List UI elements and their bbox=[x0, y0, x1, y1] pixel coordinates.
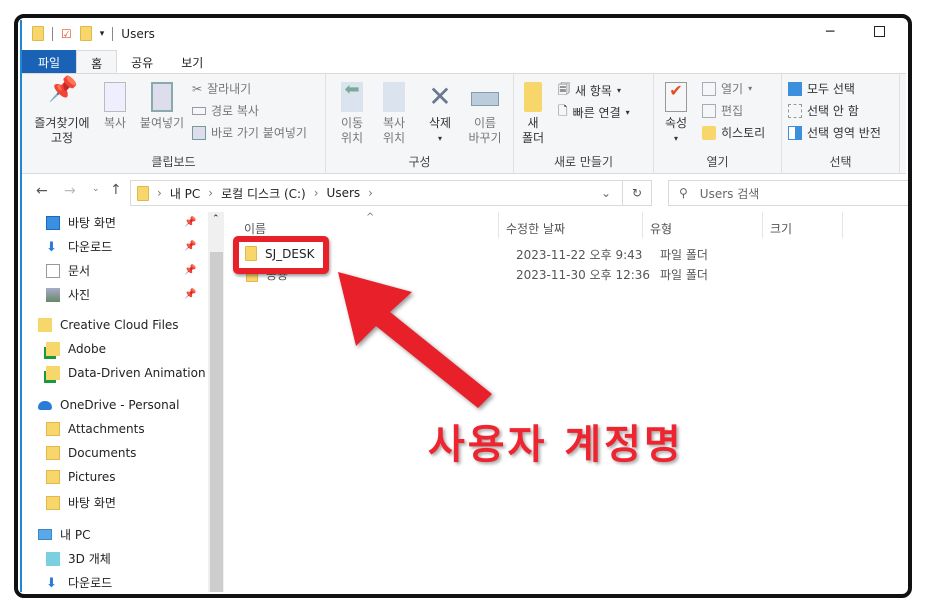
annotation-label: 사용자 계정명 bbox=[428, 422, 684, 468]
red-arrow bbox=[338, 272, 492, 408]
arrow-shape bbox=[338, 272, 492, 408]
